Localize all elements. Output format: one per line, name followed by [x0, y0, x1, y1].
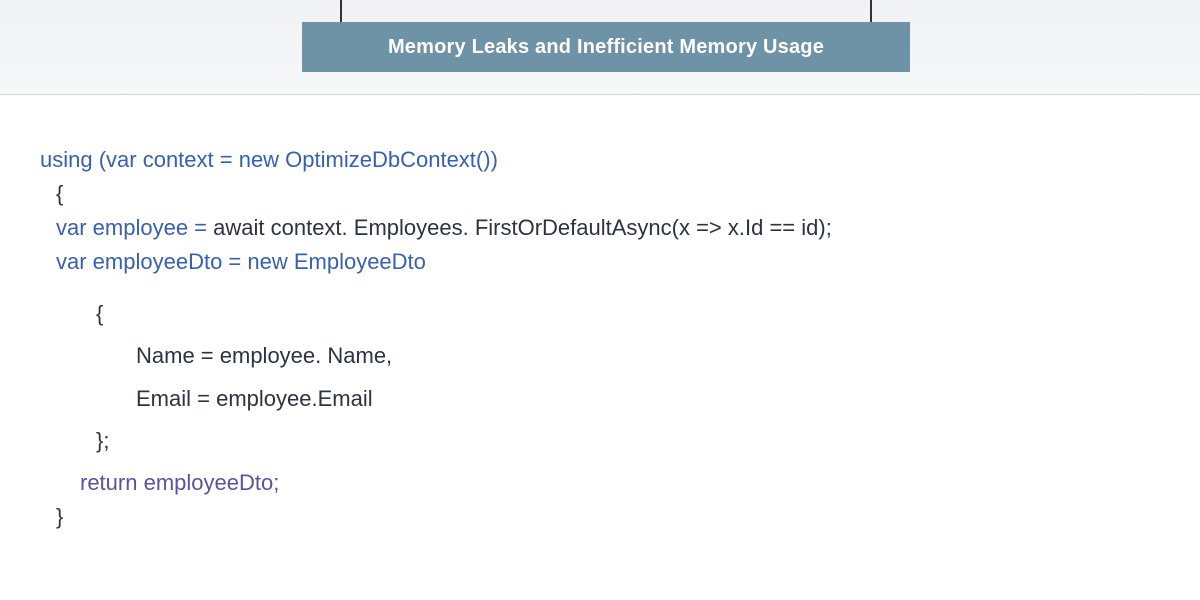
- section-title: Memory Leaks and Inefficient Memory Usag…: [302, 22, 910, 72]
- code-line: using (var context = new OptimizeDbConte…: [40, 143, 1160, 177]
- code-keyword: return: [80, 470, 137, 495]
- code-line: };: [40, 424, 1160, 458]
- code-line: var employeeDto = new EmployeeDto: [40, 245, 1160, 279]
- code-text: await context. Employees. FirstOrDefault…: [213, 215, 832, 240]
- code-text: employeeDto;: [137, 470, 279, 495]
- code-line: Email = employee.Email: [40, 382, 1160, 416]
- tick-mark-left: [340, 0, 342, 22]
- code-line: }: [40, 500, 1160, 534]
- code-keyword: var employee =: [56, 215, 213, 240]
- tick-mark-right: [870, 0, 872, 22]
- code-line: {: [40, 177, 1160, 211]
- code-line: Name = employee. Name,: [40, 339, 1160, 373]
- code-line: return employeeDto;: [40, 466, 1160, 500]
- code-line: {: [40, 297, 1160, 331]
- header-region: Memory Leaks and Inefficient Memory Usag…: [0, 0, 1200, 95]
- code-block: using (var context = new OptimizeDbConte…: [0, 95, 1200, 534]
- code-line: var employee = await context. Employees.…: [40, 211, 1160, 245]
